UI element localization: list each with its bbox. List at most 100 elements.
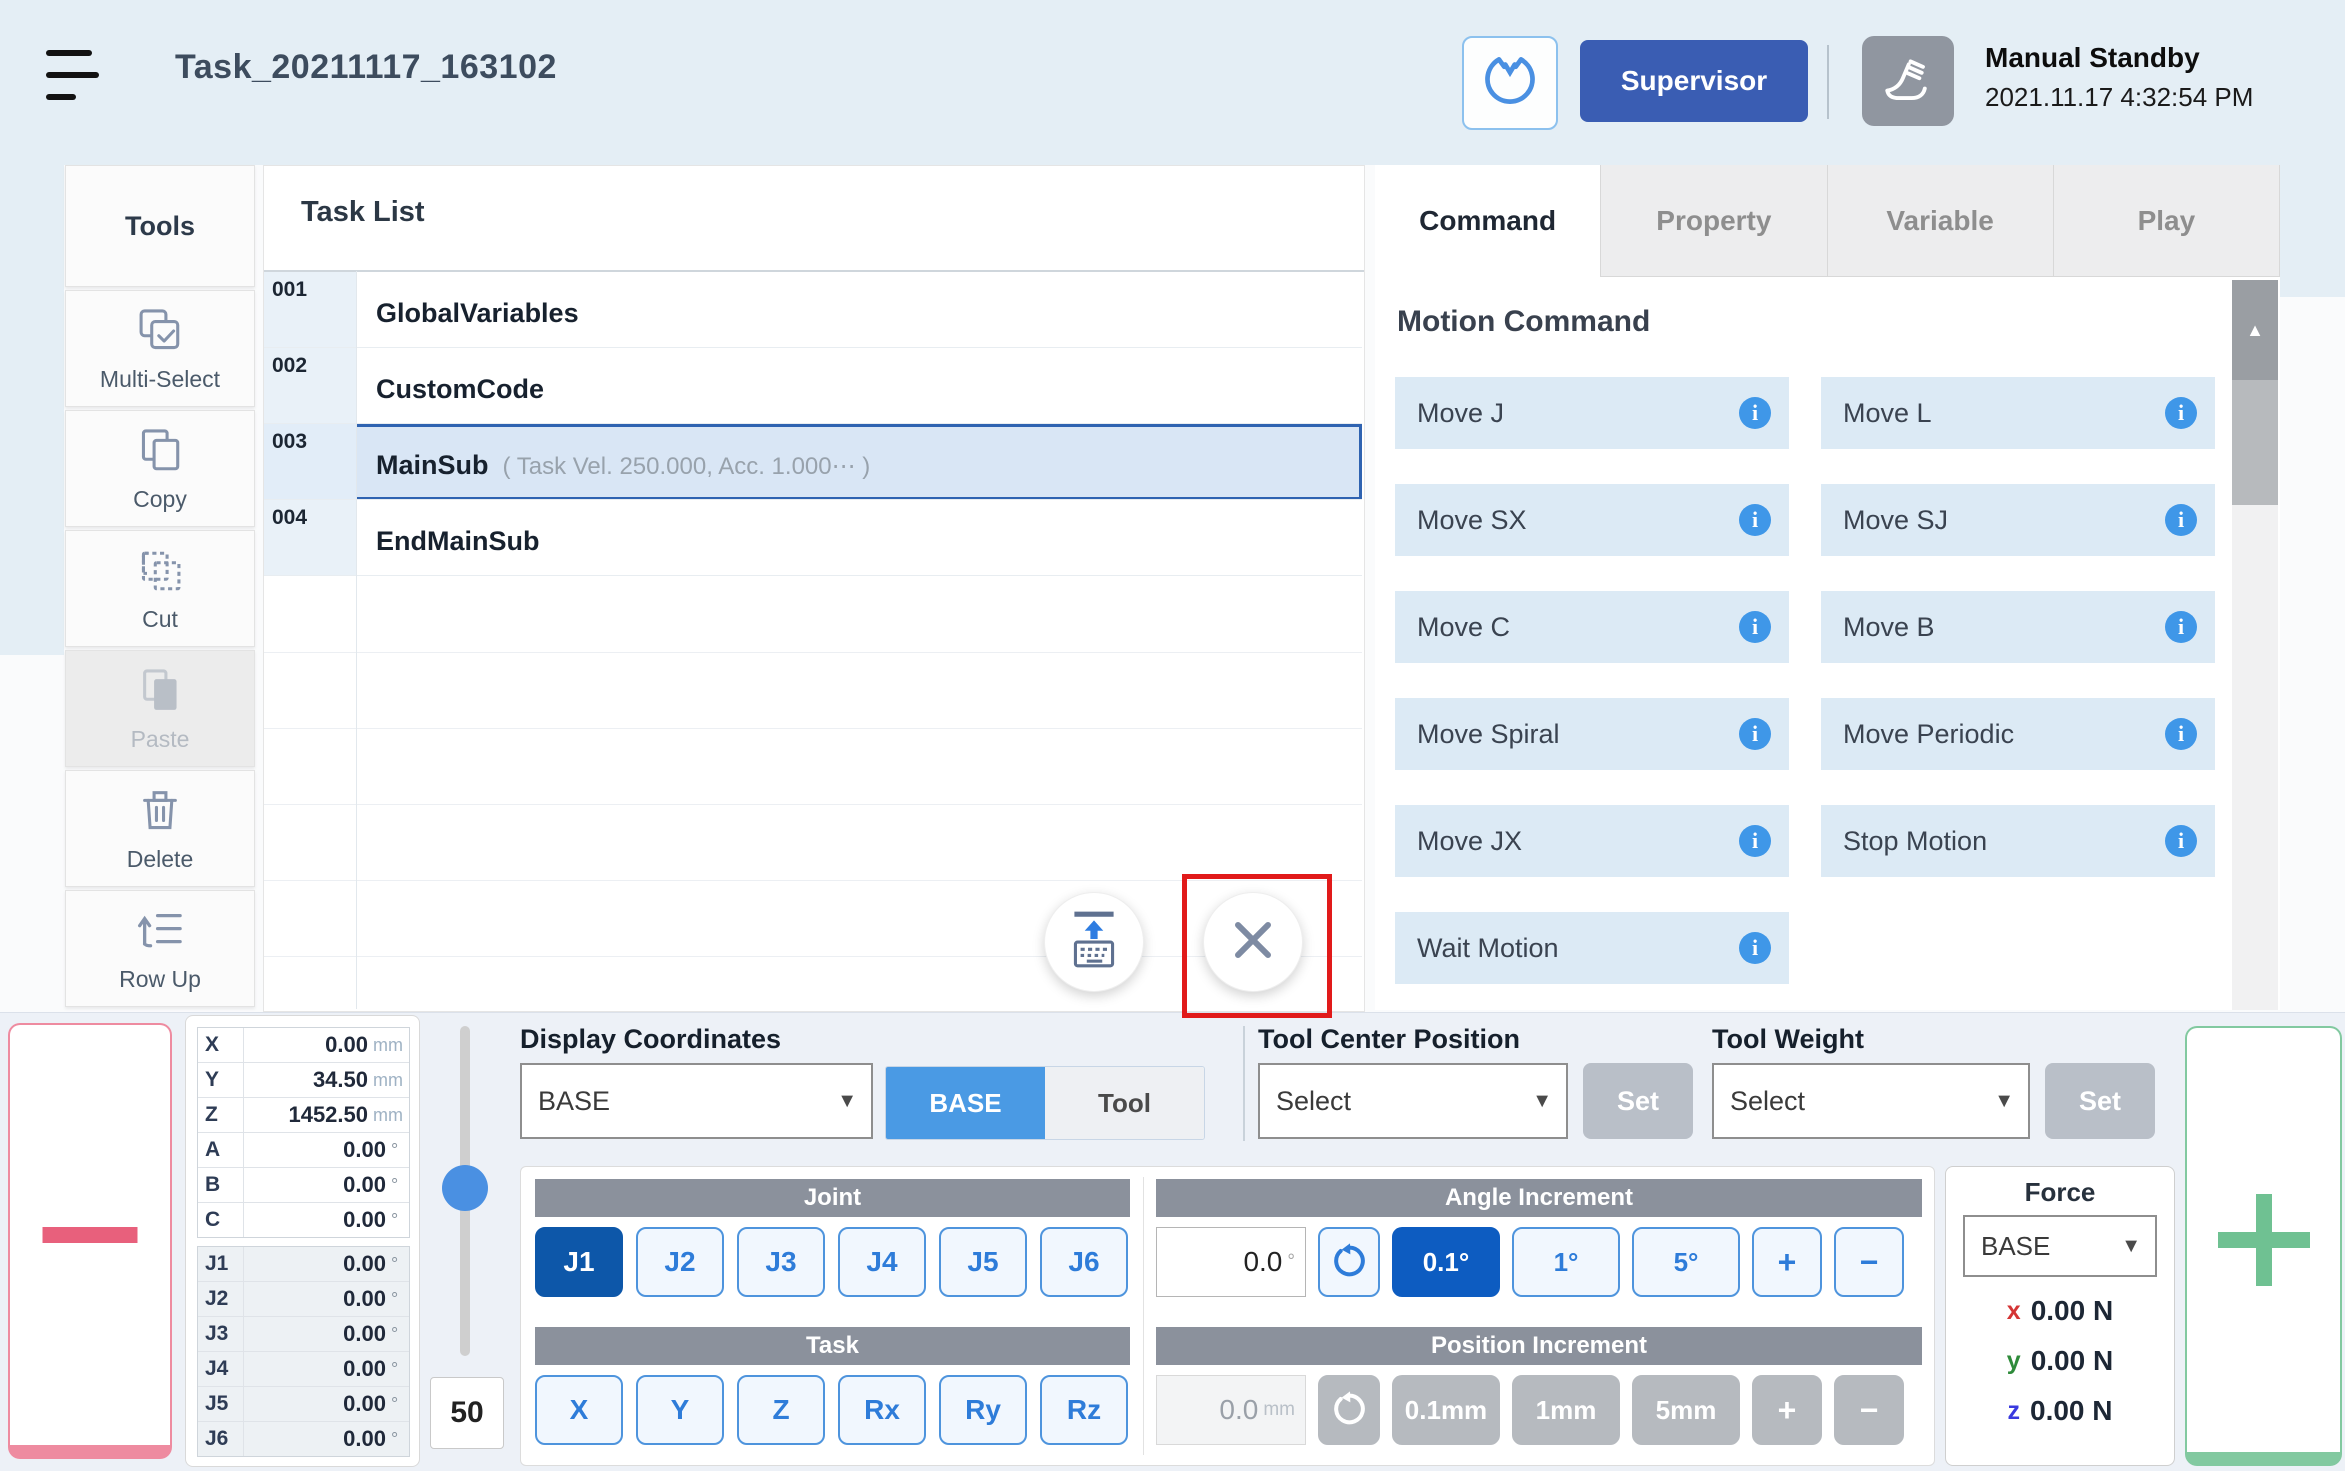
jog-axis-j1[interactable]: J1: [535, 1227, 623, 1297]
tool-center-position-set-button[interactable]: Set: [1583, 1063, 1693, 1139]
toolbar-item-row-up[interactable]: Row Up: [65, 890, 255, 1007]
jog-axis-j5[interactable]: J5: [939, 1227, 1027, 1297]
menu-hamburger-icon[interactable]: [46, 50, 102, 106]
jog-axis-ry[interactable]: Ry: [939, 1375, 1027, 1445]
pose-row-z: Z 1452.50mm: [198, 1098, 409, 1133]
jog-axis-j4[interactable]: J4: [838, 1227, 926, 1297]
jog-axis-y[interactable]: Y: [636, 1375, 724, 1445]
chevron-down-icon: ▼: [837, 1090, 857, 1113]
jog-axis-j2[interactable]: J2: [636, 1227, 724, 1297]
pose-readout-panel: X 0.00mmY 34.50mmZ 1452.50mmA 0.00°B 0.0…: [185, 1015, 420, 1467]
angle-increment-preset-1deg[interactable]: 1°: [1512, 1227, 1620, 1297]
angle-increment-preset-0.1deg[interactable]: 0.1°: [1392, 1227, 1500, 1297]
info-icon[interactable]: i: [2165, 718, 2197, 750]
toolbar-item-cut[interactable]: Cut: [65, 530, 255, 647]
angle-increment-input[interactable]: 0.0 °: [1156, 1227, 1306, 1297]
task-row-003[interactable]: 003 MainSub( Task Vel. 250.000, Acc. 1.0…: [264, 424, 1362, 500]
toolbar-item-paste: Paste: [65, 650, 255, 767]
info-icon[interactable]: i: [1739, 825, 1771, 857]
command-button-move-periodic[interactable]: Move Periodic i: [1821, 698, 2215, 770]
command-panel-scrollbar[interactable]: ▲: [2232, 280, 2278, 1010]
angle-increment-preset-5deg[interactable]: 5°: [1632, 1227, 1740, 1297]
jog-plus-button[interactable]: [2185, 1026, 2342, 1466]
command-button-move-c[interactable]: Move C i: [1395, 591, 1789, 663]
toolbar-item-multi-select[interactable]: Multi-Select: [65, 290, 255, 407]
supervisor-button[interactable]: Supervisor: [1580, 40, 1808, 122]
info-icon[interactable]: i: [1739, 932, 1771, 964]
section-divider: [1243, 1026, 1245, 1141]
speed-slider-thumb[interactable]: [442, 1165, 488, 1211]
chevron-down-icon: ▼: [2121, 1235, 2141, 1258]
command-button-move-l[interactable]: Move L i: [1821, 377, 2215, 449]
tool-weight-set-button[interactable]: Set: [2045, 1063, 2155, 1139]
pose-row-j1: J1 0.00°: [198, 1247, 409, 1282]
jog-axis-rz[interactable]: Rz: [1040, 1375, 1128, 1445]
position-increment-plus-button: +: [1752, 1375, 1822, 1445]
info-icon[interactable]: i: [1739, 718, 1771, 750]
tool-weight-select[interactable]: Select ▼: [1712, 1063, 2030, 1139]
pose-row-a: A 0.00°: [198, 1133, 409, 1168]
info-icon[interactable]: i: [2165, 825, 2197, 857]
pose-row-j5: J5 0.00°: [198, 1387, 409, 1422]
force-row-y: y 0.00 N: [1946, 1345, 2174, 1377]
jog-axis-x[interactable]: X: [535, 1375, 623, 1445]
gripper-tool-button[interactable]: [1462, 36, 1558, 130]
scrollbar-up-arrow[interactable]: ▲: [2232, 280, 2278, 380]
info-icon[interactable]: i: [1739, 397, 1771, 429]
multi-select-icon: [134, 305, 186, 362]
info-icon[interactable]: i: [2165, 611, 2197, 643]
task-list-title: Task List: [301, 196, 425, 229]
show-keyboard-button[interactable]: [1044, 892, 1144, 992]
angle-increment-plus-button[interactable]: +: [1752, 1227, 1822, 1297]
toggle-tool[interactable]: Tool: [1045, 1067, 1204, 1139]
info-icon[interactable]: i: [2165, 397, 2197, 429]
command-panel: CommandPropertyVariablePlay Motion Comma…: [1375, 165, 2280, 1010]
angle-increment-reset-icon[interactable]: [1318, 1227, 1380, 1297]
task-list-number-column-divider: [356, 271, 357, 1009]
display-coordinates-select[interactable]: BASE ▼: [520, 1063, 873, 1139]
coordinate-frame-toggle: BASE Tool: [885, 1066, 1205, 1140]
jog-minus-button[interactable]: [8, 1023, 172, 1459]
pose-row-x: X 0.00mm: [198, 1028, 409, 1063]
jog-bottom-panel: X 0.00mmY 34.50mmZ 1452.50mmA 0.00°B 0.0…: [0, 1012, 2345, 1471]
command-button-move-b[interactable]: Move B i: [1821, 591, 2215, 663]
toolbar-item-copy[interactable]: Copy: [65, 410, 255, 527]
jog-axis-rx[interactable]: Rx: [838, 1375, 926, 1445]
toggle-base[interactable]: BASE: [886, 1067, 1045, 1139]
task-row-001[interactable]: 001 GlobalVariables: [264, 272, 1362, 348]
paste-icon: [134, 665, 186, 722]
tab-variable[interactable]: Variable: [1828, 165, 2054, 277]
manual-mode-button[interactable]: [1862, 36, 1954, 126]
annotation-highlight-box: [1182, 874, 1332, 1018]
info-icon[interactable]: i: [1739, 504, 1771, 536]
tab-command[interactable]: Command: [1375, 165, 1601, 277]
command-button-move-sj[interactable]: Move SJ i: [1821, 484, 2215, 556]
toolbar-item-delete[interactable]: Delete: [65, 770, 255, 887]
tab-property[interactable]: Property: [1601, 165, 1827, 277]
command-button-move-jx[interactable]: Move JX i: [1395, 805, 1789, 877]
angle-increment-minus-button[interactable]: −: [1834, 1227, 1904, 1297]
scrollbar-thumb[interactable]: [2232, 380, 2278, 505]
info-icon[interactable]: i: [1739, 611, 1771, 643]
command-button-move-sx[interactable]: Move SX i: [1395, 484, 1789, 556]
tab-play[interactable]: Play: [2054, 165, 2280, 277]
command-button-move-j[interactable]: Move J i: [1395, 377, 1789, 449]
info-icon[interactable]: i: [2165, 504, 2197, 536]
pose-row-b: B 0.00°: [198, 1168, 409, 1203]
jog-axis-j6[interactable]: J6: [1040, 1227, 1128, 1297]
task-row-002[interactable]: 002 CustomCode: [264, 348, 1362, 424]
angle-increment-header: Angle Increment: [1156, 1179, 1922, 1217]
pose-row-j6: J6 0.00°: [198, 1422, 409, 1456]
force-frame-select[interactable]: BASE ▼: [1963, 1215, 2157, 1277]
pose-row-c: C 0.00°: [198, 1203, 409, 1237]
command-button-stop-motion[interactable]: Stop Motion i: [1821, 805, 2215, 877]
jog-axis-z[interactable]: Z: [737, 1375, 825, 1445]
jog-axis-j3[interactable]: J3: [737, 1227, 825, 1297]
header-divider: [1827, 45, 1829, 119]
position-increment-minus-button: −: [1834, 1375, 1904, 1445]
pose-row-j3: J3 0.00°: [198, 1317, 409, 1352]
task-row-004[interactable]: 004 EndMainSub: [264, 500, 1362, 576]
command-button-move-spiral[interactable]: Move Spiral i: [1395, 698, 1789, 770]
tool-center-position-select[interactable]: Select ▼: [1258, 1063, 1568, 1139]
command-button-wait-motion[interactable]: Wait Motion i: [1395, 912, 1789, 984]
